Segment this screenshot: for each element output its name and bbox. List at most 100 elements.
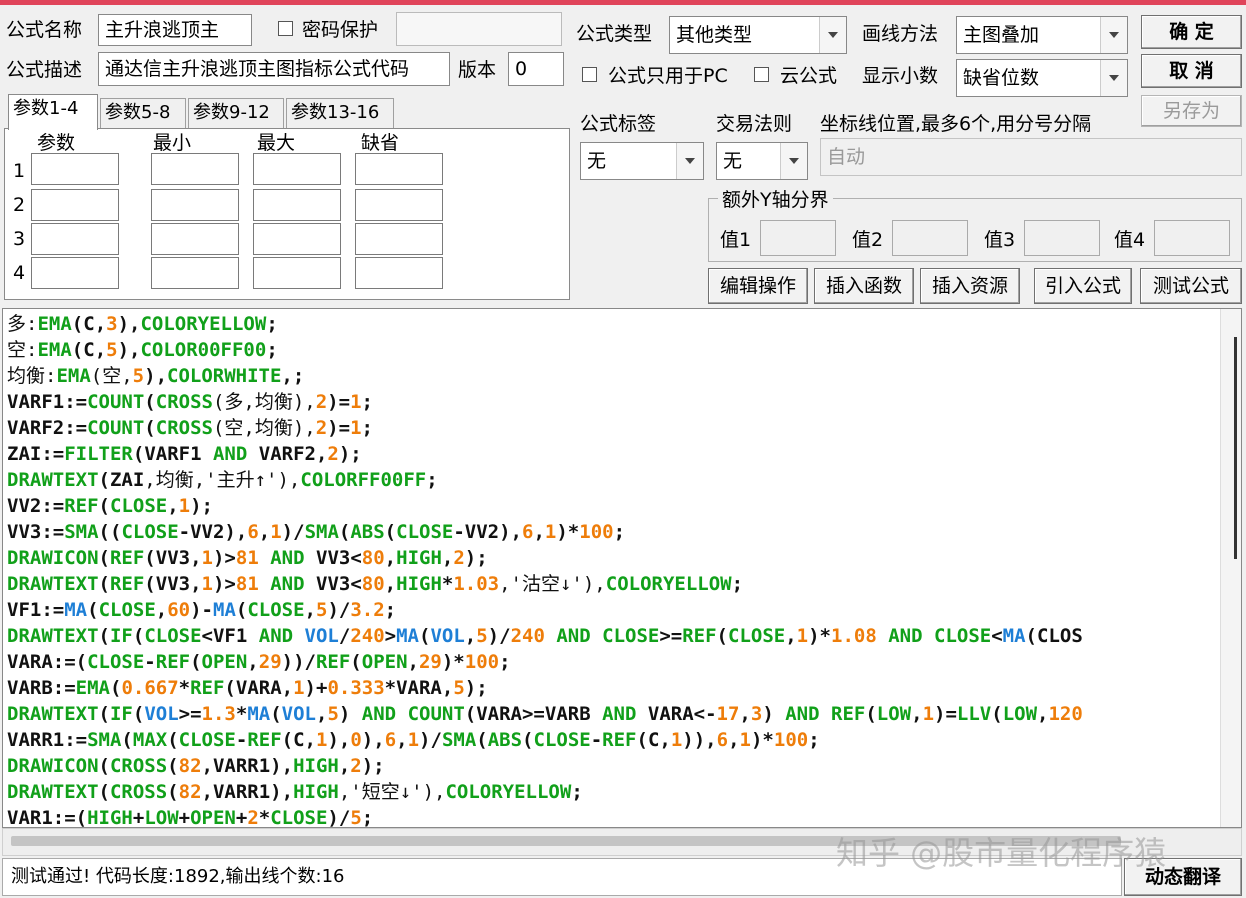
- vertical-scroll-thumb[interactable]: [1234, 337, 1237, 559]
- y-value-1-label: 值1: [720, 229, 752, 251]
- ok-button[interactable]: 确 定: [1141, 15, 1242, 49]
- param-2-default[interactable]: [355, 189, 443, 221]
- formula-desc-label: 公式描述: [6, 59, 83, 81]
- formula-type-label: 公式类型: [576, 23, 653, 45]
- test-formula-button[interactable]: 测试公式: [1140, 268, 1242, 304]
- pc-only-label: 公式只用于PC: [608, 65, 728, 87]
- y-value-2-label: 值2: [852, 229, 884, 251]
- code-line: 空:EMA(C,5),COLOR00FF00;: [7, 339, 278, 361]
- code-text: 多:EMA(C,3),COLORYELLOW; 空:EMA(C,5),COLOR0…: [7, 311, 1083, 828]
- coord-lines-input[interactable]: 自动: [820, 138, 1242, 176]
- param-row-label: 4: [13, 262, 26, 284]
- code-line: VARR1:=SMA(MAX(CLOSE-REF(C,1),0),6,1)/SM…: [7, 729, 820, 751]
- window-top-border: [0, 0, 1246, 5]
- cloud-formula-label: 云公式: [780, 65, 838, 87]
- formula-type-select[interactable]: 其他类型: [669, 16, 847, 54]
- param-4-max[interactable]: [253, 257, 341, 289]
- y-value-2-input[interactable]: [892, 220, 968, 256]
- password-label: 密码保护: [302, 19, 379, 41]
- insert-function-button[interactable]: 插入函数: [814, 268, 914, 304]
- param-2-name[interactable]: [31, 189, 119, 221]
- tab-params-13-16[interactable]: 参数13-16: [286, 98, 394, 128]
- chevron-down-icon: [676, 143, 703, 179]
- extra-y-axis-label: 额外Y轴分界: [718, 186, 833, 214]
- code-line: DRAWTEXT(IF(CLOSE<VF1 AND VOL/240>MA(VOL…: [7, 625, 1083, 647]
- param-4-default[interactable]: [355, 257, 443, 289]
- save-as-button[interactable]: 另存为: [1141, 95, 1242, 127]
- code-line: ZAI:=FILTER(VARF1 AND VARF2,2);: [7, 443, 362, 465]
- formula-name-input[interactable]: 主升浪逃顶主: [98, 14, 252, 46]
- password-input[interactable]: [396, 12, 562, 46]
- cancel-button[interactable]: 取 消: [1141, 54, 1242, 88]
- chevron-down-icon: [1100, 17, 1127, 53]
- version-input[interactable]: 0: [508, 52, 564, 86]
- decimals-value: 缺省位数: [963, 67, 1040, 89]
- code-line: 均衡:EMA(空,5),COLORWHITE,;: [7, 365, 305, 387]
- watermark-text: 知乎 @股市量化程序猿: [836, 834, 1167, 872]
- tab-params-9-12[interactable]: 参数9-12: [188, 98, 284, 128]
- tab-params-1-4[interactable]: 参数1-4: [8, 94, 98, 130]
- vertical-scrollbar[interactable]: [1220, 309, 1241, 827]
- code-line: VAR1:=(HIGH+LOW+OPEN+2*CLOSE)/5;: [7, 807, 374, 828]
- code-line: DRAWTEXT(IF(VOL>=1.3*MA(VOL,5) AND COUNT…: [7, 703, 1083, 725]
- y-value-3-label: 值3: [984, 229, 1016, 251]
- code-line: VARF2:=COUNT(CROSS(空,均衡),2)=1;: [7, 417, 373, 439]
- code-line: VARF1:=COUNT(CROSS(多,均衡),2)=1;: [7, 391, 373, 413]
- draw-method-label: 画线方法: [862, 23, 939, 45]
- formula-tag-label: 公式标签: [580, 113, 657, 135]
- formula-name-label: 公式名称: [6, 19, 83, 41]
- code-line: DRAWICON(CROSS(82,VARR1),HIGH,2);: [7, 755, 385, 777]
- pc-only-checkbox[interactable]: [582, 67, 597, 82]
- y-value-3-input[interactable]: [1024, 220, 1100, 256]
- param-2-min[interactable]: [151, 189, 239, 221]
- y-value-4-label: 值4: [1114, 229, 1146, 251]
- param-row-label: 1: [13, 160, 26, 182]
- param-1-max[interactable]: [253, 153, 341, 185]
- chevron-down-icon: [780, 143, 807, 179]
- param-4-min[interactable]: [151, 257, 239, 289]
- password-checkbox[interactable]: [278, 21, 293, 36]
- param-1-min[interactable]: [151, 153, 239, 185]
- param-3-default[interactable]: [355, 223, 443, 255]
- param-3-min[interactable]: [151, 223, 239, 255]
- formula-tag-select[interactable]: 无: [580, 142, 704, 180]
- import-formula-button[interactable]: 引入公式: [1034, 268, 1132, 304]
- trade-rule-value: 无: [723, 150, 743, 172]
- draw-method-value: 主图叠加: [963, 24, 1040, 46]
- code-line: VV3:=SMA((CLOSE-VV2),6,1)/SMA(ABS(CLOSE-…: [7, 521, 626, 543]
- code-editor[interactable]: 多:EMA(C,3),COLORYELLOW; 空:EMA(C,5),COLOR0…: [2, 308, 1242, 828]
- code-line: VV2:=REF(CLOSE,1);: [7, 495, 213, 517]
- param-2-max[interactable]: [253, 189, 341, 221]
- code-line: DRAWTEXT(REF(VV3,1)>81 AND VV3<80,HIGH*1…: [7, 573, 744, 595]
- param-3-max[interactable]: [253, 223, 341, 255]
- param-1-name[interactable]: [31, 153, 119, 185]
- trade-rule-label: 交易法则: [716, 113, 793, 135]
- edit-ops-button[interactable]: 编辑操作: [708, 268, 808, 304]
- formula-desc-input[interactable]: 通达信主升浪逃顶主图指标公式代码: [98, 52, 450, 86]
- code-line: DRAWTEXT(ZAI,均衡,'主升↑'),COLORFF00FF;: [7, 469, 438, 491]
- formula-type-value: 其他类型: [676, 24, 753, 46]
- param-row-label: 3: [13, 228, 26, 250]
- decimals-select[interactable]: 缺省位数: [956, 59, 1128, 97]
- tab-params-5-8[interactable]: 参数5-8: [100, 98, 186, 128]
- draw-method-select[interactable]: 主图叠加: [956, 16, 1128, 54]
- param-1-default[interactable]: [355, 153, 443, 185]
- param-3-name[interactable]: [31, 223, 119, 255]
- chevron-down-icon: [1100, 60, 1127, 96]
- cloud-formula-checkbox[interactable]: [754, 67, 769, 82]
- code-line: VARB:=EMA(0.667*REF(VARA,1)+0.333*VARA,5…: [7, 677, 488, 699]
- trade-rule-select[interactable]: 无: [716, 142, 808, 180]
- code-line: DRAWICON(REF(VV3,1)>81 AND VV3<80,HIGH,2…: [7, 547, 488, 569]
- formula-tag-value: 无: [587, 150, 607, 172]
- params-panel: 参数 最小 最大 缺省 1 2 3 4: [4, 128, 570, 300]
- decimals-label: 显示小数: [862, 65, 939, 87]
- y-value-1-input[interactable]: [760, 220, 836, 256]
- y-value-4-input[interactable]: [1154, 220, 1230, 256]
- version-label: 版本: [458, 59, 497, 81]
- param-row-label: 2: [13, 194, 26, 216]
- code-line: VARA:=(CLOSE-REF(OPEN,29))/REF(OPEN,29)*…: [7, 651, 511, 673]
- param-4-name[interactable]: [31, 257, 119, 289]
- code-line: DRAWTEXT(CROSS(82,VARR1),HIGH,'短空↓'),COL…: [7, 781, 583, 803]
- insert-resource-button[interactable]: 插入资源: [920, 268, 1020, 304]
- code-line: VF1:=MA(CLOSE,60)-MA(CLOSE,5)/3.2;: [7, 599, 397, 621]
